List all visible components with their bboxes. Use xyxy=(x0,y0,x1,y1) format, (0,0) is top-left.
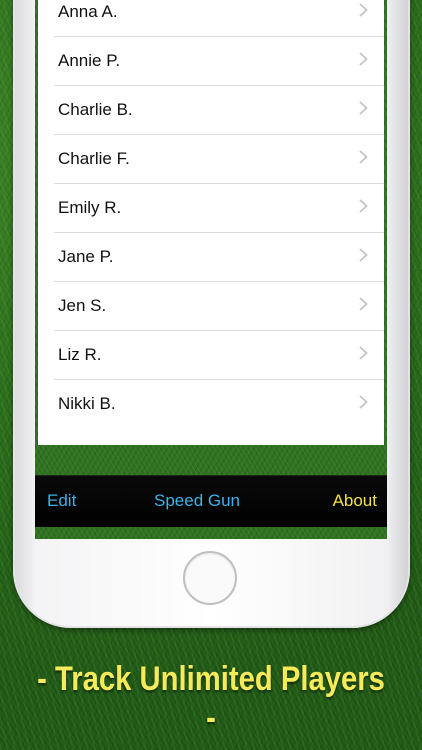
player-name: Charlie B. xyxy=(58,100,133,119)
list-item[interactable]: Jen S. xyxy=(54,282,384,331)
list-item[interactable]: Charlie B. xyxy=(54,86,384,135)
player-name: Annie P. xyxy=(58,51,121,70)
list-item[interactable]: Charlie F. xyxy=(54,135,384,184)
list-item[interactable]: Jane P. xyxy=(54,233,384,282)
player-list: Anna A. Annie P. Charlie B. Charlie F. E… xyxy=(38,0,384,445)
about-button[interactable]: About xyxy=(333,491,377,511)
phone-frame: Anna A. Annie P. Charlie B. Charlie F. E… xyxy=(13,0,410,628)
list-item[interactable]: Liz R. xyxy=(54,331,384,380)
player-name: Anna A. xyxy=(58,2,118,21)
player-name: Emily R. xyxy=(58,198,122,217)
player-name: Liz R. xyxy=(58,345,102,364)
chevron-right-icon xyxy=(359,199,368,213)
edit-button[interactable]: Edit xyxy=(47,491,76,511)
player-name: Jane P. xyxy=(58,247,114,266)
player-name: Nikki B. xyxy=(58,394,116,413)
player-name: Charlie F. xyxy=(58,149,130,168)
chevron-right-icon xyxy=(359,150,368,164)
chevron-right-icon xyxy=(359,52,368,66)
speed-gun-button[interactable]: Speed Gun xyxy=(154,491,240,511)
list-item[interactable]: Annie P. xyxy=(54,37,384,86)
player-name: Jen S. xyxy=(58,296,107,315)
chevron-right-icon xyxy=(359,346,368,360)
bottom-toolbar: Edit Speed Gun About xyxy=(35,475,387,527)
chevron-right-icon xyxy=(359,3,368,17)
list-item[interactable]: Emily R. xyxy=(54,184,384,233)
promo-tagline: - Track Unlimited Players - xyxy=(37,660,385,737)
phone-screen: Anna A. Annie P. Charlie B. Charlie F. E… xyxy=(35,0,387,539)
list-item[interactable]: Anna A. xyxy=(54,0,384,37)
chevron-right-icon xyxy=(359,248,368,262)
chevron-right-icon xyxy=(359,395,368,409)
home-button[interactable] xyxy=(183,551,237,605)
list-item[interactable]: Nikki B. xyxy=(54,380,384,428)
chevron-right-icon xyxy=(359,297,368,311)
chevron-right-icon xyxy=(359,101,368,115)
